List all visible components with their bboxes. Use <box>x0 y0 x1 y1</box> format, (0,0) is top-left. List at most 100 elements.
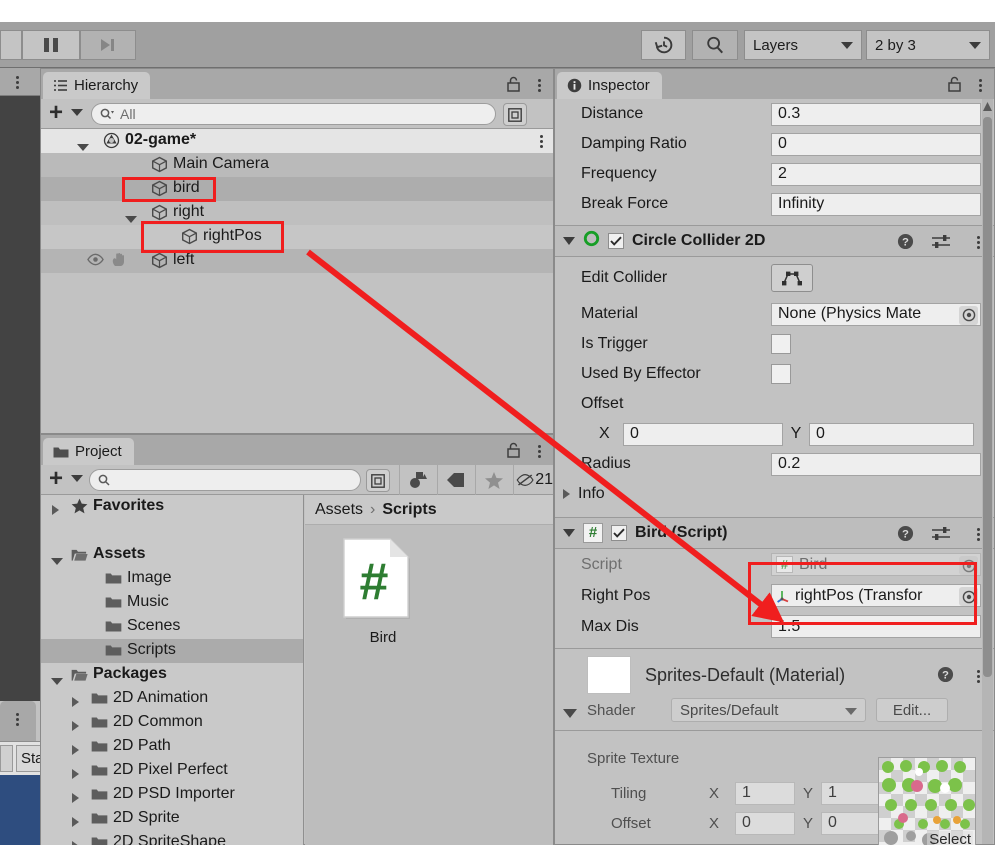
kebab-menu-icon[interactable] <box>977 528 980 541</box>
foldout-arrow-right-icon[interactable] <box>72 793 79 803</box>
project-tree-item-2dpath[interactable]: 2D Path <box>41 735 303 759</box>
offset-x-input[interactable]: 0 <box>623 422 783 446</box>
object-picker-icon[interactable] <box>959 305 978 325</box>
foldout-arrow-right-icon[interactable] <box>72 817 79 827</box>
pick-hand-icon[interactable] <box>111 252 127 272</box>
stray-tab-label[interactable]: Sta <box>16 745 44 772</box>
project-tree-item-packages[interactable]: Packages <box>41 663 303 687</box>
shader-dropdown[interactable]: Sprites/Default <box>671 698 866 722</box>
search-button[interactable] <box>692 30 738 60</box>
kebab-menu-icon[interactable] <box>977 236 980 249</box>
object-picker-icon[interactable] <box>959 587 978 606</box>
foldout-arrow-right-icon[interactable] <box>72 721 79 731</box>
project-tree-item-favorites[interactable]: Favorites <box>41 495 303 519</box>
filter-by-type-button[interactable] <box>399 465 436 495</box>
joint-field-input[interactable]: 0 <box>771 132 981 156</box>
project-tree-item-blank[interactable] <box>41 519 303 543</box>
tab-inspector[interactable]: Inspector <box>557 72 662 99</box>
texture-select-button[interactable]: Select <box>927 831 973 845</box>
foldout-arrow-down-icon[interactable] <box>125 216 137 223</box>
help-icon[interactable]: ? <box>897 233 914 255</box>
kebab-menu-icon[interactable] <box>538 79 541 92</box>
preset-icon[interactable] <box>932 234 950 254</box>
preset-icon[interactable] <box>932 526 950 546</box>
material-object-field[interactable]: None (Physics Mate <box>771 302 981 326</box>
project-add-button[interactable]: + <box>49 467 63 491</box>
hierarchy-add-button[interactable]: + <box>49 101 63 125</box>
chevron-down-icon[interactable] <box>71 475 83 482</box>
project-tree-item-music[interactable]: Music <box>41 591 303 615</box>
chevron-down-icon[interactable] <box>71 109 83 116</box>
kebab-menu-icon[interactable] <box>16 76 19 89</box>
material-offset-y-input[interactable]: 0 <box>821 811 881 835</box>
component-header-circle-collider[interactable]: Circle Collider 2D ? <box>555 225 994 257</box>
project-tree-item-assets[interactable]: Assets <box>41 543 303 567</box>
lock-icon[interactable] <box>506 76 521 96</box>
hierarchy-row-left[interactable]: left <box>41 249 553 273</box>
info-foldout-row[interactable]: Info <box>555 479 994 509</box>
project-tree-item-scripts[interactable]: Scripts <box>41 639 303 663</box>
visibility-eye-icon[interactable] <box>87 253 104 271</box>
tiling-y-input[interactable]: 1 <box>821 781 881 805</box>
foldout-arrow-right-icon[interactable] <box>52 505 59 515</box>
bird-script-enabled-checkbox[interactable] <box>611 525 627 541</box>
right-pos-object-field[interactable]: rightPos (Transfor <box>771 584 981 607</box>
foldout-arrow-icon[interactable] <box>563 237 575 245</box>
layout-dropdown[interactable]: 2 by 3 <box>866 30 990 60</box>
kebab-menu-icon[interactable] <box>538 445 541 458</box>
hierarchy-row-maincamera[interactable]: Main Camera <box>41 153 553 177</box>
max-dis-input[interactable]: 1.5 <box>771 615 981 638</box>
foldout-arrow-right-icon[interactable] <box>563 489 570 499</box>
edit-collider-button[interactable] <box>771 264 813 292</box>
project-tree-item-2dspriteshape[interactable]: 2D SpriteShape <box>41 831 303 845</box>
project-search-input[interactable] <box>89 469 361 491</box>
joint-field-input[interactable]: 0.3 <box>771 102 981 126</box>
circle-collider-enabled-checkbox[interactable] <box>608 233 624 249</box>
filter-by-label-button[interactable] <box>437 465 474 495</box>
help-icon[interactable]: ? <box>937 666 954 687</box>
foldout-arrow-icon[interactable] <box>563 529 575 537</box>
project-tree-item-2dsprite[interactable]: 2D Sprite <box>41 807 303 831</box>
filter-favorites-button[interactable] <box>475 465 512 495</box>
project-tree-item-2dcommon[interactable]: 2D Common <box>41 711 303 735</box>
asset-item-bird[interactable]: # Bird <box>340 537 430 646</box>
hierarchy-row-right[interactable]: right <box>41 201 553 225</box>
project-save-search-button[interactable] <box>366 469 390 492</box>
layers-dropdown[interactable]: Layers <box>744 30 862 60</box>
hierarchy-row-bird[interactable]: bird <box>41 177 553 201</box>
project-folder-tree[interactable]: Favorites Assets Image Music Scenes Scripts Pa… <box>41 495 304 845</box>
material-offset-x-input[interactable]: 0 <box>735 811 795 835</box>
used-by-effector-checkbox[interactable] <box>771 364 791 384</box>
shader-edit-button[interactable]: Edit... <box>876 698 948 722</box>
hierarchy-save-search-button[interactable] <box>503 103 527 126</box>
component-header-bird-script[interactable]: # Bird (Script) ? <box>555 517 994 549</box>
radius-input[interactable]: 0.2 <box>771 452 981 476</box>
play-button[interactable] <box>0 30 22 60</box>
offset-y-input[interactable]: 0 <box>809 422 974 446</box>
lock-icon[interactable] <box>947 76 962 96</box>
tab-project[interactable]: Project <box>43 438 134 465</box>
step-button[interactable] <box>80 30 136 60</box>
pause-button[interactable] <box>22 30 80 60</box>
project-tree-item-image[interactable]: Image <box>41 567 303 591</box>
kebab-menu-icon[interactable] <box>977 670 980 683</box>
material-header[interactable]: Sprites-Default (Material) ? <box>555 656 994 694</box>
project-tree-item-scenes[interactable]: Scenes <box>41 615 303 639</box>
tiling-x-input[interactable]: 1 <box>735 781 795 805</box>
foldout-arrow-right-icon[interactable] <box>72 697 79 707</box>
project-tree-item-2danimation[interactable]: 2D Animation <box>41 687 303 711</box>
kebab-menu-icon[interactable] <box>16 713 19 726</box>
hierarchy-tree[interactable]: 02-game* Main Camera bird right rightPos left <box>41 129 553 433</box>
foldout-arrow-icon[interactable] <box>563 708 577 718</box>
foldout-arrow-down-icon[interactable] <box>51 678 63 685</box>
tab-hierarchy[interactable]: Hierarchy <box>43 72 151 99</box>
inspector-scrollbar[interactable] <box>982 99 993 844</box>
scene-view-sliver[interactable] <box>0 96 40 701</box>
hierarchy-row-rightpos[interactable]: rightPos <box>41 225 553 249</box>
hierarchy-search-input[interactable]: All <box>91 103 496 125</box>
stray-button[interactable] <box>0 745 13 772</box>
history-button[interactable] <box>641 30 686 60</box>
project-tree-item-2dpixelperfect[interactable]: 2D Pixel Perfect <box>41 759 303 783</box>
hidden-assets-toggle[interactable]: 21 <box>513 465 553 495</box>
foldout-arrow-down-icon[interactable] <box>77 144 89 151</box>
